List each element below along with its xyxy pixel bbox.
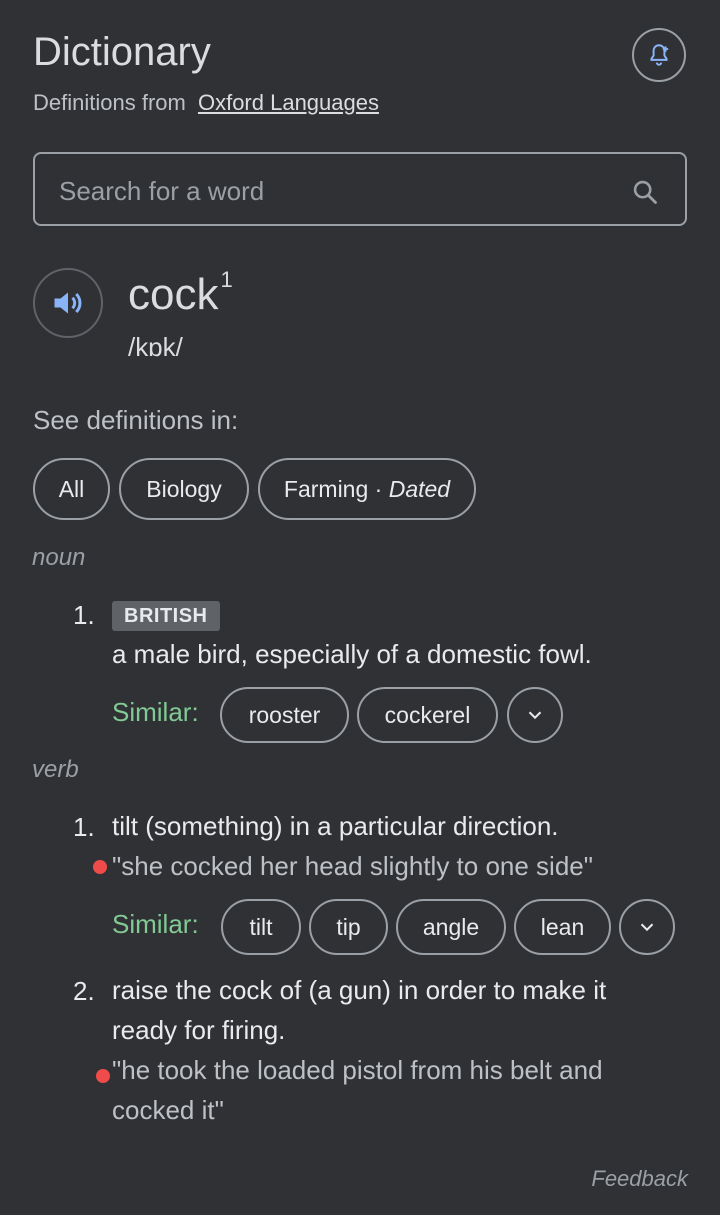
similar-chip-label: rooster	[248, 701, 321, 728]
expand-similar-button[interactable]	[507, 687, 563, 743]
headword: cock1	[128, 267, 233, 320]
chip-farming-tag: Dated	[388, 475, 451, 502]
example-marker	[93, 860, 107, 874]
add-alert-button[interactable]	[632, 28, 686, 82]
similar-chip-tilt[interactable]: tilt	[221, 899, 301, 955]
similar-chip-label: angle	[422, 913, 480, 940]
sense-number: 1.	[73, 600, 95, 630]
pos-verb: verb	[32, 756, 79, 783]
similar-chip-label: lean	[540, 913, 585, 940]
feedback-link[interactable]: Feedback	[591, 1166, 688, 1192]
similar-label: Similar:	[112, 909, 199, 939]
chip-all[interactable]: All	[33, 458, 110, 520]
bell-plus-icon	[650, 44, 669, 66]
chip-farming-label: Farming ·	[283, 475, 389, 502]
definition-text-line2: ready for firing.	[112, 1015, 286, 1045]
expand-similar-button[interactable]	[619, 899, 675, 955]
pos-noun: noun	[32, 544, 86, 571]
sense-number: 1.	[73, 812, 95, 842]
homograph-number: 1	[220, 267, 233, 293]
similar-chip-rooster[interactable]: rooster	[220, 687, 349, 743]
similar-chip-label: tip	[336, 913, 361, 940]
region-badge: BRITISH	[112, 601, 220, 631]
similar-chip-label: cockerel	[384, 701, 471, 728]
definition-text: a male bird, especially of a domestic fo…	[112, 639, 592, 669]
dictionary-card: Dictionary Definitions from Oxford Langu…	[0, 0, 720, 1215]
chip-biology[interactable]: Biology	[119, 458, 249, 520]
speaker-icon	[54, 292, 82, 314]
oxford-languages-link[interactable]: Oxford Languages	[198, 90, 379, 115]
search-icon[interactable]	[631, 178, 659, 206]
chevron-down-icon	[640, 923, 654, 932]
chip-all-label: All	[58, 475, 85, 502]
headword-text: cock	[128, 270, 219, 319]
similar-chip-cockerel[interactable]: cockerel	[357, 687, 498, 743]
sense-number: 2.	[73, 976, 95, 1006]
search-input[interactable]: Search for a word	[33, 152, 687, 226]
example-text-line2: cocked it"	[112, 1095, 224, 1125]
similar-chip-angle[interactable]: angle	[396, 899, 506, 955]
chip-farming[interactable]: Farming · Dated	[258, 458, 476, 520]
source-line: Definitions from Oxford Languages	[33, 90, 379, 116]
definition-text-line1: raise the cock of (a gun) in order to ma…	[112, 975, 607, 1005]
similar-chip-label: tilt	[249, 913, 273, 940]
example-text-line1: "he took the loaded pistol from his belt…	[112, 1055, 603, 1085]
see-definitions-label: See definitions in:	[33, 405, 239, 435]
page-title: Dictionary	[33, 30, 211, 74]
chevron-down-icon	[528, 711, 542, 720]
chip-biology-label: Biology	[146, 475, 222, 502]
source-prefix: Definitions from	[33, 90, 186, 115]
example-marker	[96, 1069, 110, 1083]
similar-chip-lean[interactable]: lean	[514, 899, 611, 955]
example-text: "she cocked her head slightly to one sid…	[112, 851, 593, 881]
pronunciation-button[interactable]	[33, 268, 103, 338]
phonetic: /kɒk/	[128, 332, 183, 362]
similar-chip-tip[interactable]: tip	[309, 899, 388, 955]
definition-text: tilt (something) in a particular directi…	[112, 811, 559, 841]
similar-label: Similar:	[112, 697, 199, 727]
search-placeholder: Search for a word	[59, 176, 265, 206]
